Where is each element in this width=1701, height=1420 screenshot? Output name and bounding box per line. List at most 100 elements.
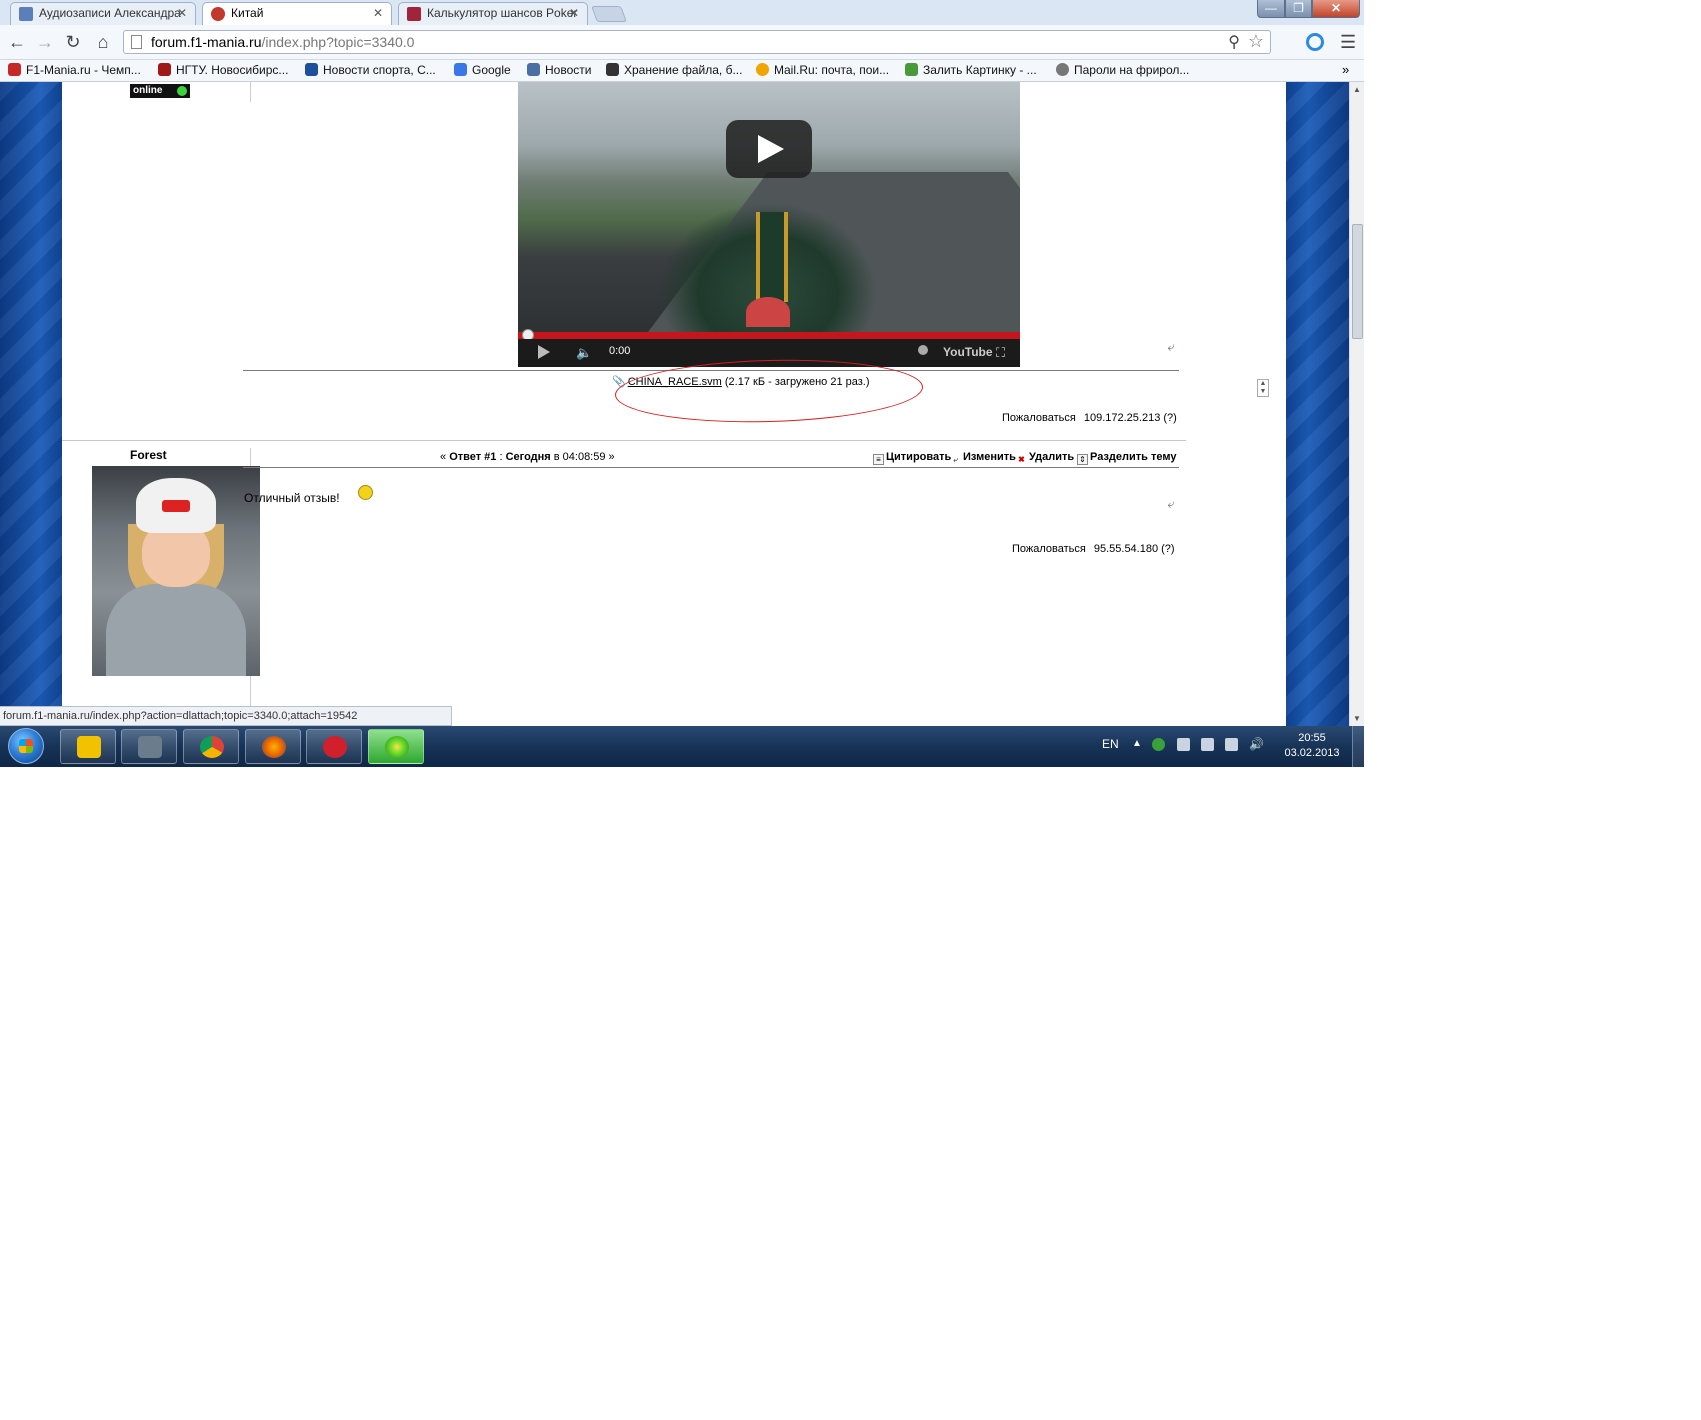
attachment-info: (2.17 кБ - загружено 21 раз.) <box>721 376 870 388</box>
new-tab-button[interactable] <box>591 6 627 22</box>
status-url-bubble: forum.f1-mania.ru/index.php?action=dlatt… <box>0 706 452 726</box>
report-line: Пожаловаться 109.172.25.213 (?) <box>1002 412 1177 424</box>
f1-mania-icon <box>8 63 21 76</box>
bookmark-item[interactable]: Пароли на фрирол... <box>1056 63 1189 77</box>
tab-close-icon[interactable]: ✕ <box>569 6 579 20</box>
show-desktop-button[interactable] <box>1352 726 1364 767</box>
quote-icon: ≡ <box>873 454 884 465</box>
report-line: Пожаловаться 95.55.54.180 (?) <box>1012 543 1175 555</box>
attachment-scroll-arrows[interactable]: ▲ ▼ <box>1257 379 1269 397</box>
address-bar[interactable]: forum.f1-mania.ru/index.php?topic=3340.0… <box>123 30 1271 54</box>
attachment-line: 📎 CHINA_RACE.svm (2.17 кБ - загружено 21 … <box>612 375 870 388</box>
edit-button[interactable]: ⤶ Изменить <box>950 451 1016 466</box>
bookmark-item[interactable]: Mail.Ru: почта, пои... <box>756 63 889 77</box>
post-separator <box>62 440 1186 441</box>
author-name[interactable]: Forest <box>130 448 167 462</box>
chrome-icon <box>200 736 224 758</box>
reply-quote-icon[interactable]: ⤶ <box>1163 497 1179 511</box>
page-icon <box>131 35 142 49</box>
youtube-logo-icon[interactable]: YouTube <box>943 345 993 359</box>
taskbar-app-monitor[interactable] <box>121 729 177 764</box>
windows-logo-icon <box>19 739 33 753</box>
bookmark-item[interactable]: Google <box>454 63 511 77</box>
sports-news-icon <box>305 63 318 76</box>
tab-label: Аудиозаписи Александра <box>39 6 181 20</box>
tray-network-icon[interactable] <box>1201 738 1214 751</box>
scroll-down-arrow[interactable]: ▼ <box>1353 714 1361 723</box>
system-clock[interactable]: 20:55 03.02.2013 <box>1282 731 1342 761</box>
scroll-up-arrow[interactable]: ▲ <box>1353 85 1361 94</box>
report-link[interactable]: Пожаловаться <box>1012 543 1086 555</box>
vk-audio-icon <box>19 7 33 21</box>
video-time: 0:00 <box>609 345 631 357</box>
tab-close-icon[interactable]: ✕ <box>177 6 187 20</box>
forum-panel: online 🔈 0:00 YouTube ⛶ ⤶ 📎 CHINA_RACE.s… <box>62 82 1286 726</box>
maximize-button[interactable]: ❐ <box>1285 0 1312 18</box>
back-button[interactable]: ← <box>6 31 28 53</box>
quote-button[interactable]: ≡ Цитировать <box>873 451 951 465</box>
taskbar-app-home[interactable] <box>60 729 116 764</box>
search-icon[interactable]: ⚲ <box>1228 32 1240 52</box>
attachment-link[interactable]: CHINA_RACE.svm <box>628 376 722 388</box>
close-window-button[interactable]: ✕ <box>1312 0 1360 18</box>
taskbar-app-pokerstars[interactable] <box>306 729 362 764</box>
bookmark-item[interactable]: Новости спорта, С... <box>305 63 436 77</box>
post-divider <box>250 82 251 102</box>
attachment-separator <box>243 370 1179 371</box>
bookmark-item[interactable]: НГТУ. Новосибирс... <box>158 63 288 77</box>
page-scrollbar[interactable]: ▲ ▼ <box>1349 82 1364 726</box>
video-play-button[interactable] <box>726 120 812 178</box>
report-link[interactable]: Пожаловаться <box>1002 412 1076 424</box>
play-icon[interactable] <box>538 345 550 359</box>
paperclip-icon: 📎 <box>612 376 626 388</box>
tray-flag-icon[interactable] <box>1177 738 1190 751</box>
browser-window: Аудиозаписи Александра ✕ Китай ✕ Калькул… <box>0 0 1364 767</box>
tray-expand-icon[interactable]: ▲ <box>1132 738 1142 749</box>
reply-quote-icon[interactable]: ⤶ <box>1163 340 1179 354</box>
volume-icon[interactable]: 🔊 <box>1249 738 1264 751</box>
reply-number-link[interactable]: Ответ #1 <box>449 451 496 463</box>
clock-date: 03.02.2013 <box>1284 747 1340 759</box>
pokerstars-icon <box>323 736 347 758</box>
tab-label: Калькулятор шансов Poker <box>427 6 578 20</box>
online-status-badge: online <box>130 84 190 98</box>
tab-poker[interactable]: Калькулятор шансов Poker ✕ <box>398 2 588 25</box>
start-button[interactable] <box>8 728 44 764</box>
avatar <box>92 466 260 676</box>
split-topic-button[interactable]: ⇕ Разделить тему <box>1077 451 1176 465</box>
reload-button[interactable]: ↻ <box>62 31 84 53</box>
scrollbar-thumb[interactable] <box>1352 224 1363 339</box>
bookmark-star-icon[interactable]: ☆ <box>1248 31 1264 52</box>
home-button[interactable]: ⌂ <box>92 31 114 53</box>
bookmark-item[interactable]: Новости <box>527 63 591 77</box>
language-indicator[interactable]: EN <box>1102 737 1119 751</box>
watch-later-icon[interactable] <box>918 345 928 355</box>
bookmark-item[interactable]: Хранение файла, б... <box>606 63 742 77</box>
bookmark-item[interactable]: F1-Mania.ru - Чемп... <box>8 63 141 77</box>
tab-audio[interactable]: Аудиозаписи Александра ✕ <box>10 2 196 25</box>
taskbar-app-icq[interactable] <box>368 729 424 764</box>
minimize-button[interactable]: — <box>1257 0 1285 18</box>
bookmarks-more-button[interactable]: » <box>1342 62 1349 77</box>
bookmark-item[interactable]: Залить Картинку - ... <box>905 63 1037 77</box>
play-icon <box>758 135 784 163</box>
youtube-video-player[interactable]: 🔈 0:00 YouTube ⛶ <box>518 82 1020 367</box>
volume-icon[interactable]: 🔈 <box>576 345 592 361</box>
delete-button[interactable]: ✖ Удалить <box>1016 451 1074 466</box>
mail-ru-icon <box>756 63 769 76</box>
taskbar-app-firefox[interactable] <box>245 729 301 764</box>
extension-icon[interactable] <box>1306 33 1324 51</box>
vk-icon <box>527 63 540 76</box>
online-dot-icon <box>177 86 187 96</box>
forward-button[interactable]: → <box>34 31 56 53</box>
tray-antivirus-icon[interactable] <box>1152 738 1165 751</box>
video-progress-bar[interactable] <box>518 329 1020 341</box>
tab-close-icon[interactable]: ✕ <box>373 6 383 20</box>
tab-china[interactable]: Китай ✕ <box>202 2 392 25</box>
menu-icon[interactable]: ☰ <box>1340 32 1356 53</box>
poker-calculator-icon <box>407 7 421 21</box>
tray-battery-icon[interactable] <box>1225 738 1238 751</box>
fullscreen-icon[interactable]: ⛶ <box>996 345 1005 361</box>
f1-mania-icon <box>211 7 225 21</box>
taskbar-app-chrome[interactable] <box>183 729 239 764</box>
